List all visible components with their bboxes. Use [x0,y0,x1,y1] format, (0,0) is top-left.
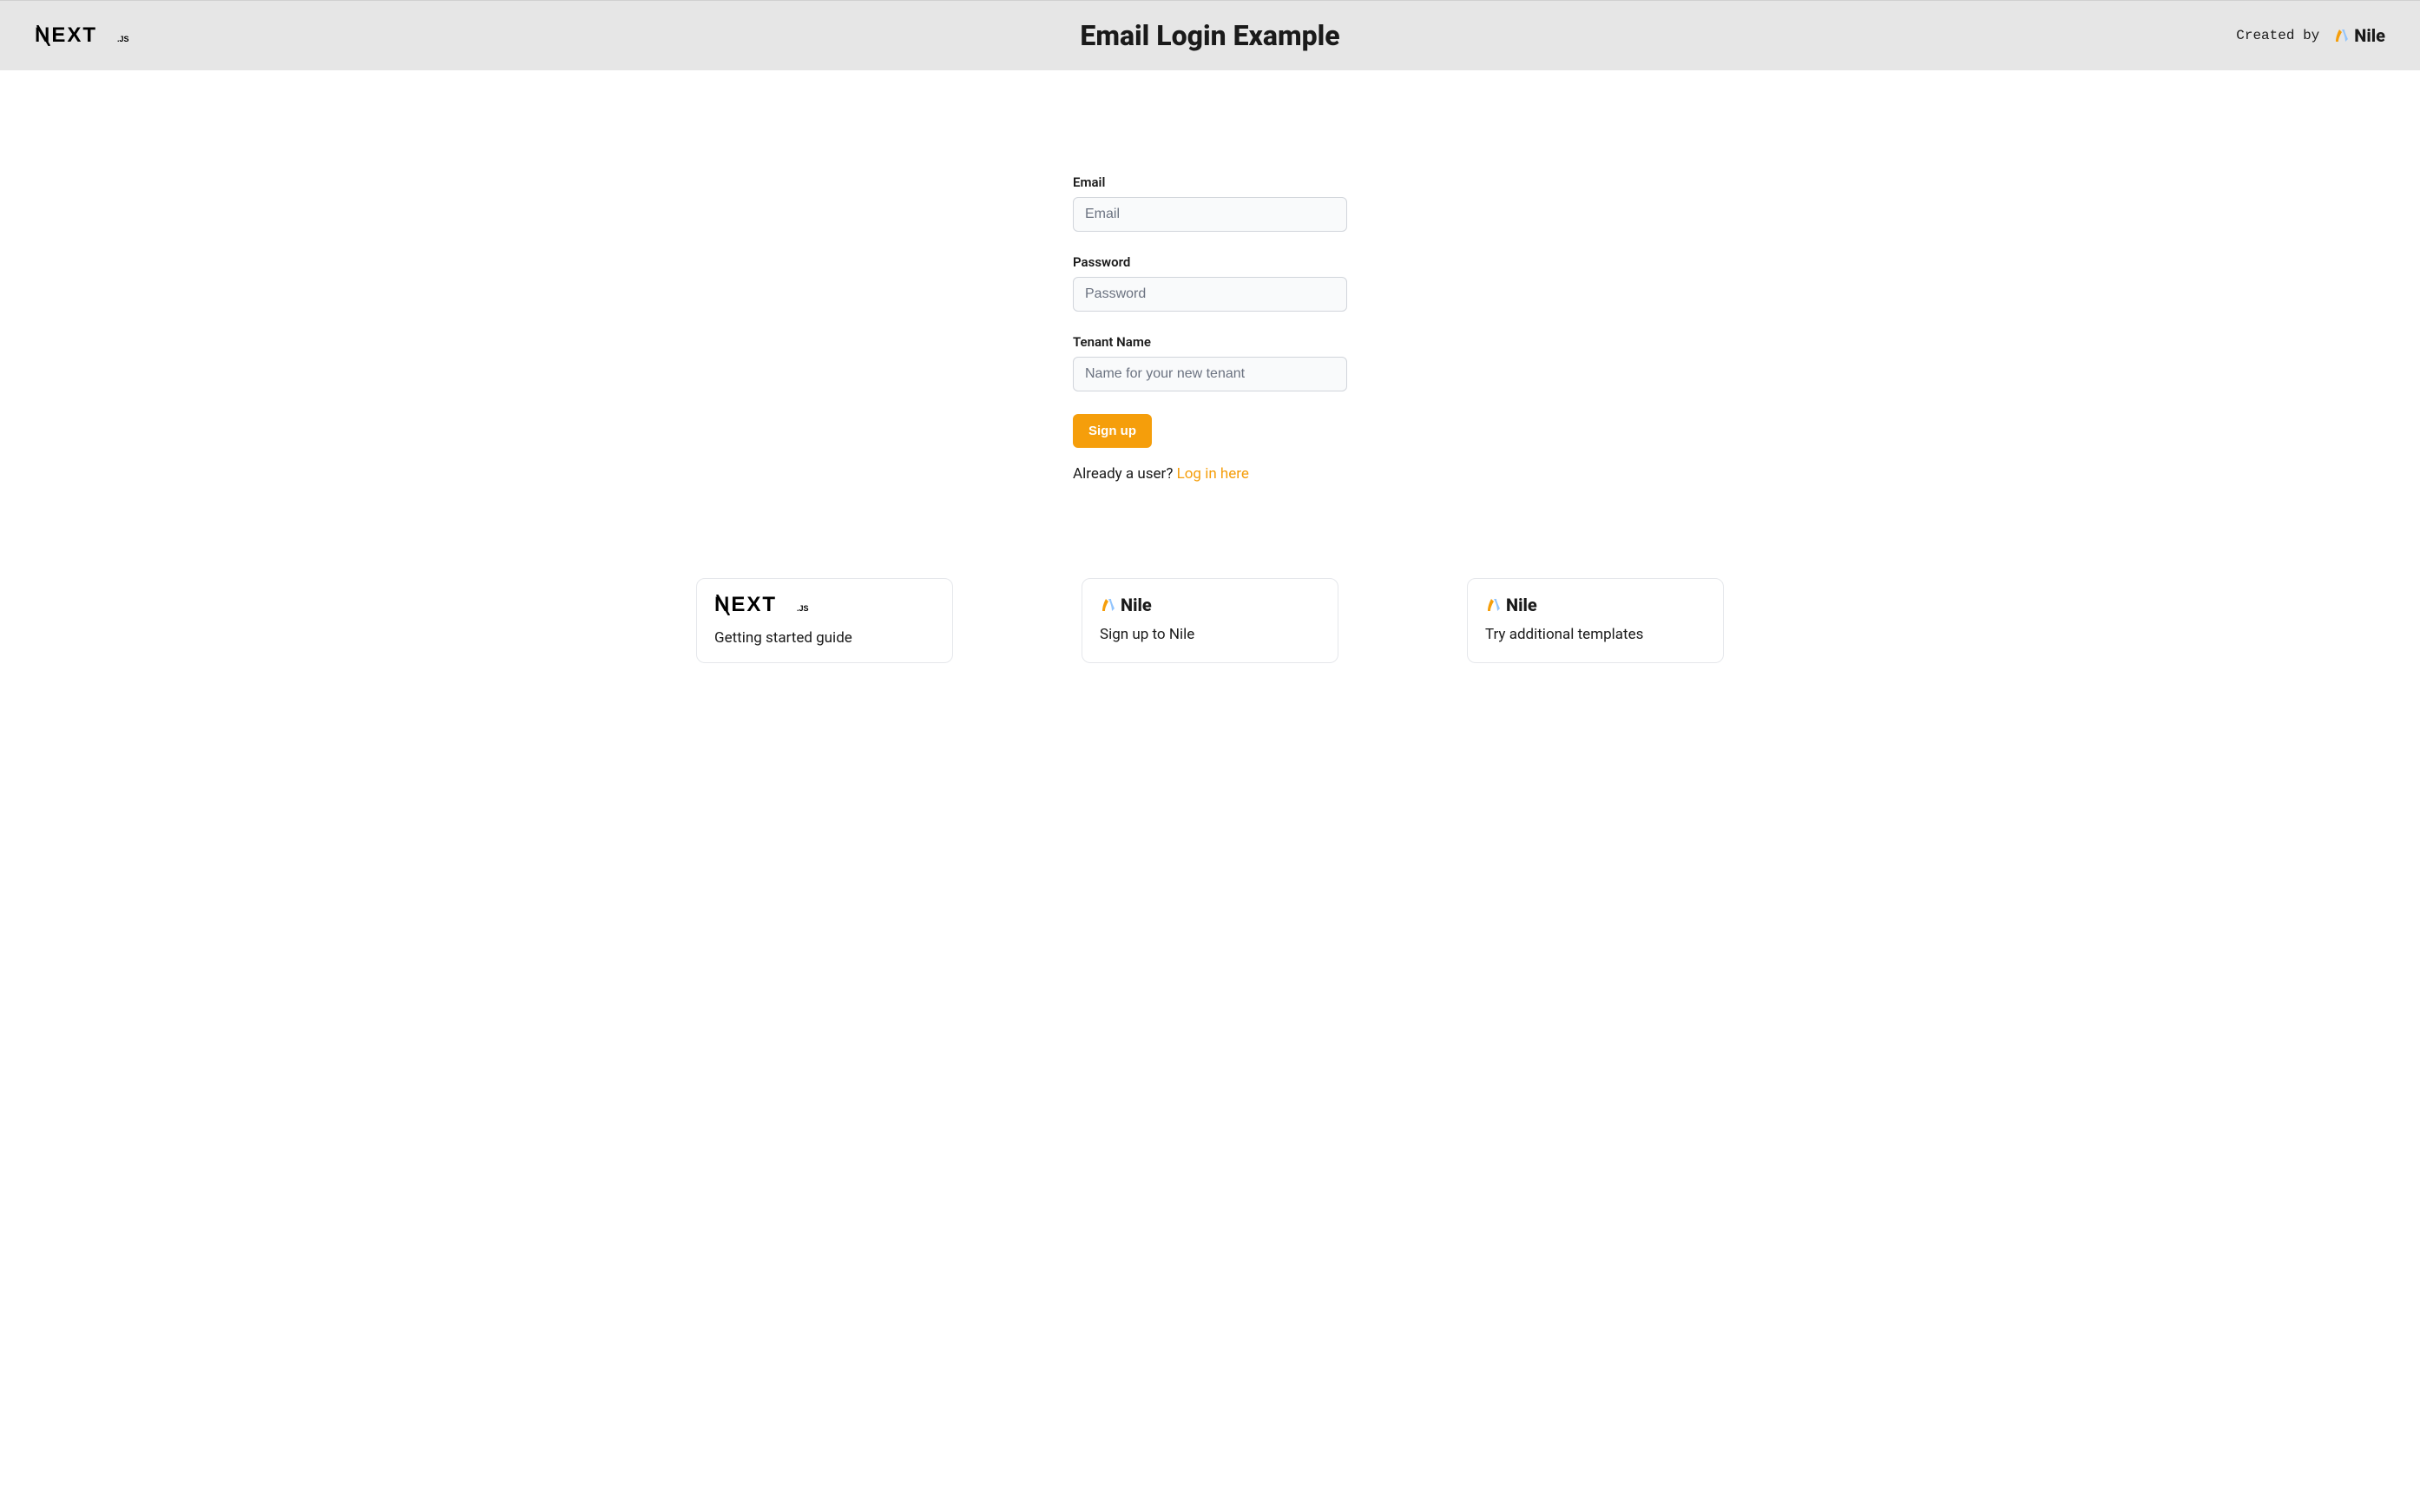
nile-brand-text: Nile [1506,595,1537,615]
nile-brand-text: Nile [2354,25,2385,46]
created-by-label: Created by [2236,28,2319,43]
nile-card-logo: Nile [1100,595,1320,615]
page-header: NEXT .JS Email Login Example Created by … [0,0,2420,70]
nile-logo-icon [1100,596,1117,614]
nextjs-card-logo: NEXT .JS [714,595,935,619]
card-getting-started[interactable]: NEXT .JS Getting started guide [696,578,953,663]
tenant-group: Tenant Name [1073,334,1347,391]
nile-logo[interactable]: Nile [2333,25,2385,46]
svg-text:.JS: .JS [117,35,129,43]
header-credit: Created by Nile [2236,25,2385,46]
main-content: Email Password Tenant Name Sign up Alrea… [0,70,2420,663]
card-signup-nile[interactable]: Nile Sign up to Nile [1082,578,1338,663]
cards-section: NEXT .JS Getting started guide Nile Sign… [609,578,1811,663]
signup-form: Email Password Tenant Name Sign up Alrea… [1073,174,1347,483]
login-link[interactable]: Log in here [1177,465,1249,483]
card-templates[interactable]: Nile Try additional templates [1467,578,1724,663]
nile-logo-icon [2333,27,2351,44]
nile-logo-icon [1485,596,1503,614]
nile-brand-text: Nile [1121,595,1152,615]
password-input[interactable] [1073,277,1347,312]
email-label: Email [1073,174,1347,190]
svg-text:.JS: .JS [797,604,809,613]
login-prompt-text: Already a user? [1073,465,1177,483]
email-group: Email [1073,174,1347,232]
password-group: Password [1073,254,1347,312]
tenant-label: Tenant Name [1073,334,1347,350]
tenant-input[interactable] [1073,357,1347,391]
password-label: Password [1073,254,1347,270]
page-title: Email Login Example [1080,19,1339,52]
card-text: Sign up to Nile [1100,626,1320,643]
nile-card-logo: Nile [1485,595,1706,615]
nextjs-logo[interactable]: NEXT .JS [35,25,137,46]
card-text: Getting started guide [714,629,935,647]
card-text: Try additional templates [1485,626,1706,643]
signup-button[interactable]: Sign up [1073,414,1152,448]
nextjs-logo-icon: NEXT .JS [714,595,817,615]
login-prompt: Already a user? Log in here [1073,465,1347,483]
nextjs-logo-icon: NEXT .JS [35,25,137,46]
email-input[interactable] [1073,197,1347,232]
